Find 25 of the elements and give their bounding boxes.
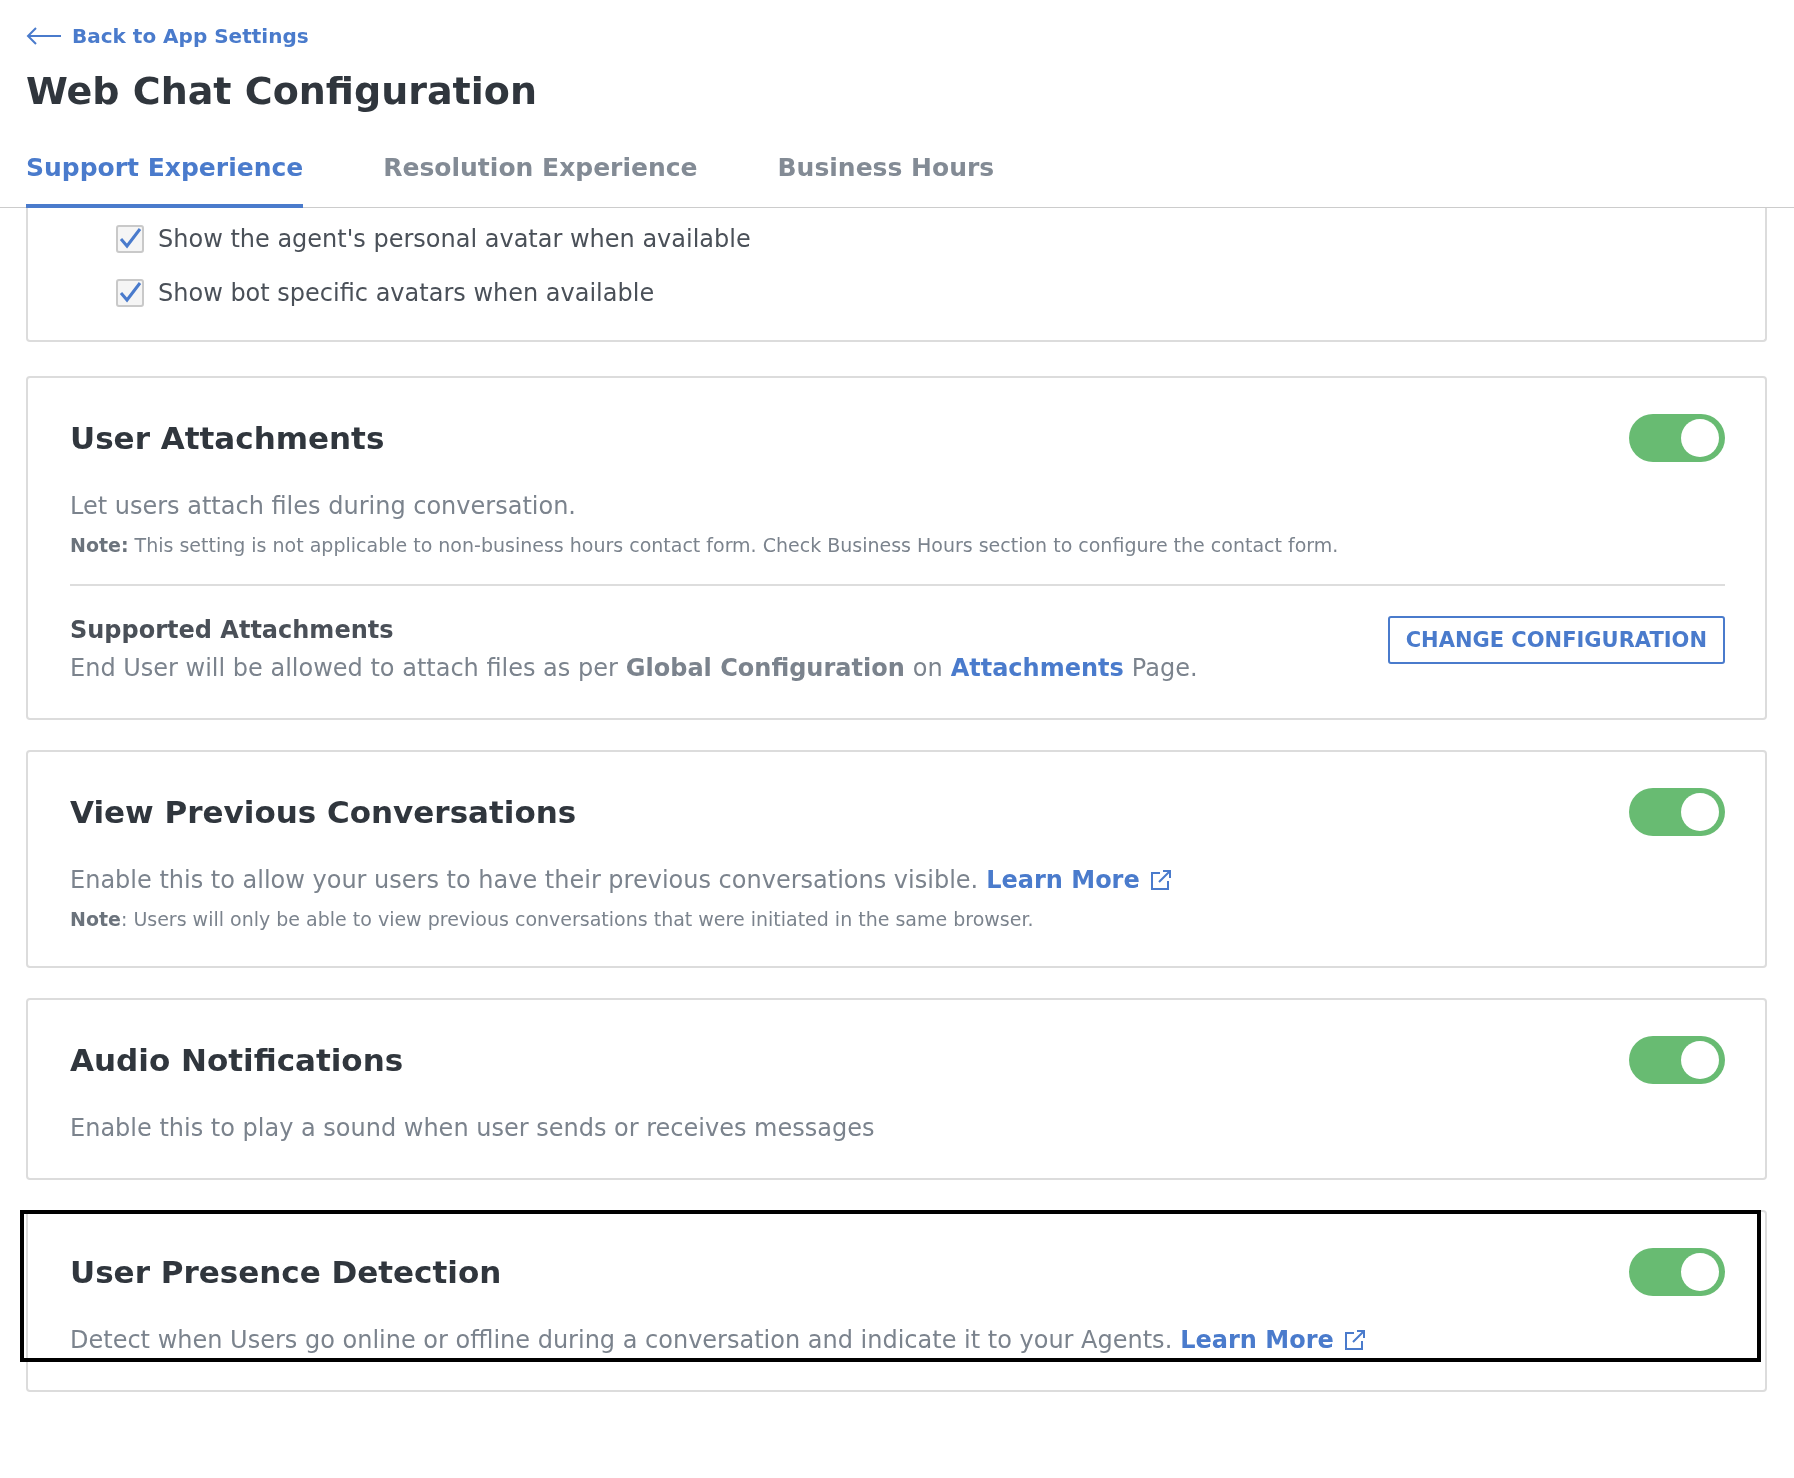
section-title: Audio Notifications	[70, 1042, 404, 1078]
note-text: Note: Users will only be able to view previous conversations that were initiated in the same browser.	[70, 908, 1035, 930]
change-configuration-button[interactable]: CHANGE CONFIGURATION	[1387, 616, 1725, 664]
description-text: Let users attach files during conversation.	[70, 492, 576, 520]
tab[interactable]: Business Hours	[777, 153, 995, 208]
section-title: View Previous Conversations	[70, 794, 577, 830]
description-text: Detect when Users go online or offline during a conversation and indicate it to your Agents.	[70, 1326, 1173, 1354]
tab[interactable]: Resolution Experience	[383, 153, 698, 208]
description-text: Page.	[1131, 654, 1198, 682]
section-title: User Attachments	[70, 420, 385, 456]
note-text: Note: This setting is not applicable to non-business hours contact form. Check Business Hours section to configure the contact form.	[70, 534, 1340, 556]
link[interactable]: Attachments	[950, 654, 1124, 682]
learn-more-link[interactable]: Learn More	[986, 866, 1172, 894]
description-text: Enable this to play a sound when user sends or receives messages	[70, 1114, 875, 1142]
description-text: Enable this to allow your users to have their previous conversations visible.	[70, 866, 979, 894]
learn-more-link[interactable]: Learn More	[1180, 1326, 1366, 1354]
subsection-title: Supported Attachments	[70, 616, 395, 644]
description-text: Global Configuration	[625, 654, 905, 682]
section-title: User Presence Detection	[70, 1254, 502, 1290]
description-text: End User will be allowed to attach files as per	[70, 654, 618, 682]
description-text: on	[912, 654, 943, 682]
checkbox-label: Show the agent's personal avatar when available	[158, 225, 751, 253]
page-title: Web Chat Configuration	[26, 69, 538, 113]
back-link[interactable]: Back to App Settings	[26, 24, 309, 48]
checkbox-label: Show bot specific avatars when available	[158, 279, 655, 307]
